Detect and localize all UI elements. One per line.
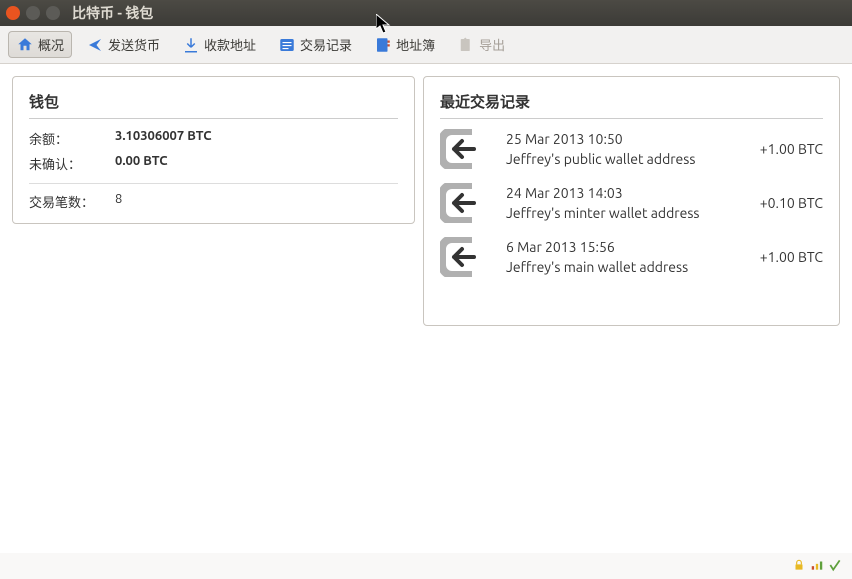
tx-date: 24 Mar 2013 14:03 — [506, 185, 760, 201]
content-area: 钱包 余额： 3.10306007 BTC 未确认： 0.00 BTC 交易笔数… — [0, 64, 852, 553]
tab-label: 收款地址 — [204, 35, 256, 54]
home-icon — [16, 36, 34, 54]
txcount-row: 交易笔数： 8 — [29, 192, 398, 211]
incoming-icon — [440, 237, 488, 277]
tx-info: 6 Mar 2013 15:56 Jeffrey's main wallet a… — [506, 239, 760, 275]
tx-address: Jeffrey's minter wallet address — [506, 205, 760, 221]
toolbar: 概况 发送货币 收款地址 交易记录 地址簿 导出 — [0, 26, 852, 64]
list-icon — [278, 36, 296, 54]
txcount-label: 交易笔数： — [29, 192, 115, 211]
balance-value: 3.10306007 BTC — [115, 129, 212, 148]
receive-icon — [182, 36, 200, 54]
tx-info: 25 Mar 2013 10:50 Jeffrey's public walle… — [506, 131, 760, 167]
tab-export[interactable]: 导出 — [449, 31, 513, 58]
tx-date: 25 Mar 2013 10:50 — [506, 131, 760, 147]
network-icon — [810, 558, 824, 575]
recent-panel: 最近交易记录 25 Mar 2013 10:50 Jeffrey's publi… — [423, 76, 840, 326]
txcount-value: 8 — [115, 192, 122, 211]
tab-label: 地址簿 — [396, 35, 435, 54]
statusbar — [0, 553, 852, 579]
recent-title: 最近交易记录 — [440, 91, 823, 119]
tab-label: 导出 — [479, 35, 505, 54]
unconfirmed-value: 0.00 BTC — [115, 154, 168, 173]
tab-send[interactable]: 发送货币 — [78, 31, 168, 58]
unconfirmed-row: 未确认： 0.00 BTC — [29, 154, 398, 173]
close-icon[interactable] — [6, 6, 20, 20]
tx-info: 24 Mar 2013 14:03 Jeffrey's minter walle… — [506, 185, 760, 221]
tx-amount: +1.00 BTC — [760, 249, 823, 265]
transaction-row: 25 Mar 2013 10:50 Jeffrey's public walle… — [440, 129, 823, 169]
maximize-icon[interactable] — [46, 6, 60, 20]
tx-address: Jeffrey's main wallet address — [506, 259, 760, 275]
export-icon — [457, 36, 475, 54]
tab-label: 发送货币 — [108, 35, 160, 54]
titlebar: 比特币 - 钱包 — [0, 0, 852, 26]
send-icon — [86, 36, 104, 54]
balance-row: 余额： 3.10306007 BTC — [29, 129, 398, 148]
balance-label: 余额： — [29, 129, 115, 148]
tab-label: 概况 — [38, 35, 64, 54]
tab-label: 交易记录 — [300, 35, 352, 54]
tab-overview[interactable]: 概况 — [8, 31, 72, 58]
wallet-title: 钱包 — [29, 91, 398, 119]
window-title: 比特币 - 钱包 — [72, 3, 153, 23]
sync-icon — [828, 558, 842, 575]
wallet-panel: 钱包 余额： 3.10306007 BTC 未确认： 0.00 BTC 交易笔数… — [12, 76, 415, 224]
minimize-icon[interactable] — [26, 6, 40, 20]
tab-receive[interactable]: 收款地址 — [174, 31, 264, 58]
tab-transactions[interactable]: 交易记录 — [270, 31, 360, 58]
transaction-row: 24 Mar 2013 14:03 Jeffrey's minter walle… — [440, 183, 823, 223]
tx-address: Jeffrey's public wallet address — [506, 151, 760, 167]
incoming-icon — [440, 183, 488, 223]
divider — [29, 183, 398, 184]
unconfirmed-label: 未确认： — [29, 154, 115, 173]
transaction-row: 6 Mar 2013 15:56 Jeffrey's main wallet a… — [440, 237, 823, 277]
addressbook-icon — [374, 36, 392, 54]
incoming-icon — [440, 129, 488, 169]
tab-addressbook[interactable]: 地址簿 — [366, 31, 443, 58]
lock-icon[interactable] — [792, 558, 806, 575]
tx-date: 6 Mar 2013 15:56 — [506, 239, 760, 255]
tx-amount: +1.00 BTC — [760, 141, 823, 157]
tx-amount: +0.10 BTC — [760, 195, 823, 211]
